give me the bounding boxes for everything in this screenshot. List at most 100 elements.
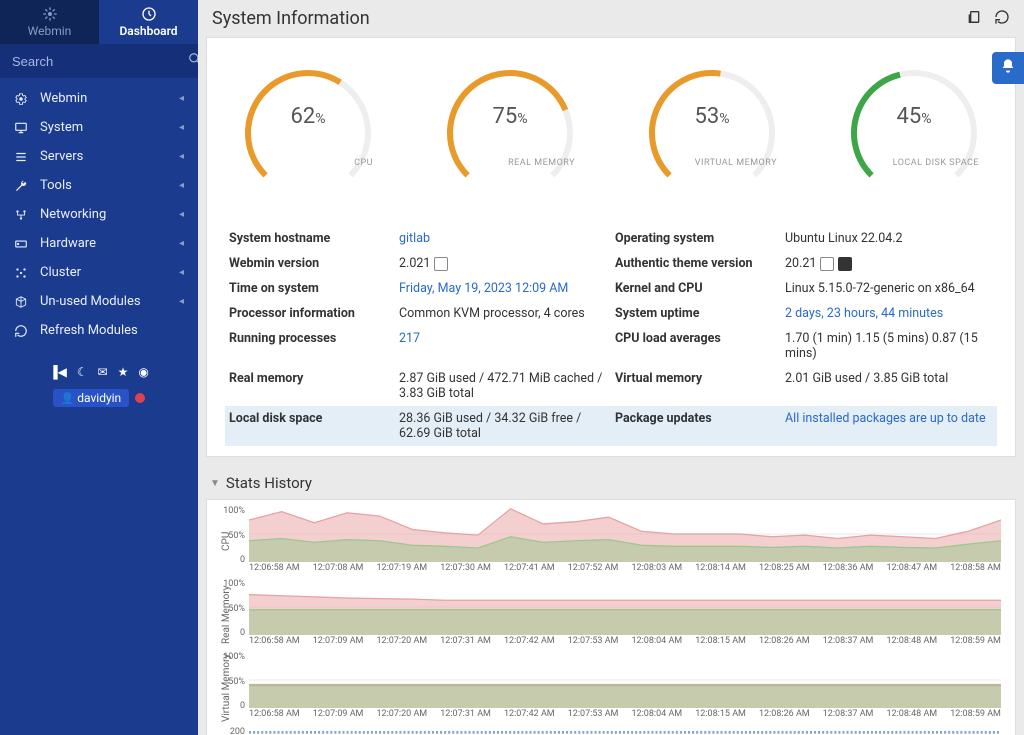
- tab-webmin-label: Webmin: [28, 24, 72, 38]
- sidebar-item-label: Hardware: [40, 236, 96, 251]
- sidebar-item-servers[interactable]: Servers◂: [0, 142, 198, 171]
- info-cell: CPU load averages1.70 (1 min) 1.15 (5 mi…: [611, 326, 997, 366]
- time-tick: 12:08:15 AM: [695, 709, 746, 719]
- time-tick: 12:08:58 AM: [950, 563, 1001, 573]
- info-value: 2.87 GiB used / 472.71 MiB cached / 3.83…: [399, 371, 607, 401]
- info-key: CPU load averages: [615, 331, 785, 361]
- sidebar-item-tools[interactable]: Tools◂: [0, 171, 198, 200]
- sidebar-item-label: Webmin: [40, 91, 87, 106]
- info-cell: Authentic theme version20.21: [611, 251, 997, 276]
- tab-dashboard[interactable]: Dashboard: [99, 0, 198, 44]
- theme-icon[interactable]: [838, 257, 852, 271]
- time-tick: 12:07:09 AM: [313, 709, 364, 719]
- clipboard-icon[interactable]: [966, 9, 982, 29]
- sidebar-item-refresh-modules[interactable]: Refresh Modules: [0, 316, 198, 345]
- time-tick: 12:06:58 AM: [249, 563, 300, 573]
- time-tick: 12:08:26 AM: [759, 636, 810, 646]
- time-tick: 12:08:04 AM: [632, 709, 683, 719]
- gauge-value: 45%: [819, 104, 1009, 129]
- gauge-label: CPU: [354, 158, 373, 168]
- info-value: 28.36 GiB used / 34.32 GiB free / 62.69 …: [399, 411, 607, 441]
- info-value[interactable]: Friday, May 19, 2023 12:09 AM: [399, 281, 607, 296]
- desktop-icon: [14, 121, 30, 135]
- bars-icon: [14, 150, 30, 164]
- sidebar-item-un-used-modules[interactable]: Un-used Modules◂: [0, 287, 198, 316]
- info-cell: Kernel and CPULinux 5.15.0-72-generic on…: [611, 276, 997, 301]
- gauge-label: LOCAL DISK SPACE: [893, 158, 979, 168]
- info-value: 1.70 (1 min) 1.15 (5 mins) 0.87 (15 mins…: [785, 331, 993, 361]
- time-tick: 12:08:59 AM: [950, 709, 1001, 719]
- gauge-cpu: 62%CPU: [213, 58, 403, 212]
- info-icon[interactable]: [820, 257, 834, 271]
- sidebar-item-hardware[interactable]: Hardware◂: [0, 229, 198, 258]
- sidebar-item-system[interactable]: System ◂: [0, 113, 198, 142]
- time-tick: 12:08:59 AM: [950, 636, 1001, 646]
- sidebar-item-networking[interactable]: Networking◂: [0, 200, 198, 229]
- info-key: Time on system: [229, 281, 399, 296]
- cluster-icon: [14, 266, 30, 280]
- info-value[interactable]: gitlab: [399, 231, 607, 246]
- time-tick: 12:07:42 AM: [504, 709, 555, 719]
- record-icon[interactable]: [135, 393, 145, 403]
- time-tick: 12:07:20 AM: [377, 709, 428, 719]
- time-tick: 12:07:30 AM: [440, 563, 491, 573]
- time-tick: 12:08:04 AM: [632, 636, 683, 646]
- mail-icon[interactable]: ✉: [98, 365, 108, 379]
- time-tick: 12:08:14 AM: [695, 563, 746, 573]
- info-value[interactable]: 217: [399, 331, 607, 361]
- sidebar-item-label: Networking: [40, 207, 106, 222]
- cube-icon: [14, 295, 30, 309]
- time-tick: 12:07:42 AM: [504, 636, 555, 646]
- sidebar-item-webmin[interactable]: Webmin◂: [0, 84, 198, 113]
- info-key: Webmin version: [229, 256, 399, 271]
- time-tick: 12:08:15 AM: [695, 636, 746, 646]
- info-icon[interactable]: [434, 257, 448, 271]
- time-tick: 12:07:53 AM: [568, 709, 619, 719]
- info-key: Running processes: [229, 331, 399, 361]
- info-value: Linux 5.15.0-72-generic on x86_64: [785, 281, 993, 296]
- info-key: Kernel and CPU: [615, 281, 785, 296]
- chevron-left-icon: ◂: [179, 151, 184, 162]
- info-key: Real memory: [229, 371, 399, 401]
- sidebar-item-label: Cluster: [40, 265, 81, 280]
- drive-icon: [14, 237, 30, 251]
- time-tick: 12:08:37 AM: [823, 709, 874, 719]
- time-tick: 12:07:31 AM: [440, 636, 491, 646]
- info-cell: Running processes217: [225, 326, 611, 366]
- info-key: Local disk space: [229, 411, 399, 441]
- wrench-icon: [14, 179, 30, 193]
- chevron-left-icon: ◂: [179, 122, 184, 133]
- info-cell: Processor informationCommon KVM processo…: [225, 301, 611, 326]
- time-tick: 12:08:36 AM: [823, 563, 874, 573]
- stat-chart-vmem: Virtual Memory100%50%012:06:58 AM12:07:0…: [221, 652, 1001, 723]
- sidebar-item-cluster[interactable]: Cluster ◂: [0, 258, 198, 287]
- search-input[interactable]: [12, 54, 188, 69]
- info-value[interactable]: All installed packages are up to date: [785, 411, 993, 441]
- info-cell: Virtual memory2.01 GiB used / 3.85 GiB t…: [611, 366, 997, 406]
- tab-webmin[interactable]: Webmin: [0, 0, 99, 44]
- info-key: Virtual memory: [615, 371, 785, 401]
- gauge-virtual-memory: 53%VIRTUAL MEMORY: [617, 58, 807, 212]
- stats-history-header[interactable]: ▼ Stats History: [198, 467, 1024, 499]
- info-key: Authentic theme version: [615, 256, 785, 271]
- gauge-label: REAL MEMORY: [508, 158, 575, 168]
- refresh-icon: [14, 324, 30, 338]
- info-value[interactable]: 2 days, 23 hours, 44 minutes: [785, 306, 993, 321]
- page-title: System Information: [212, 8, 370, 29]
- gauge-real-memory: 75%REAL MEMORY: [415, 58, 605, 212]
- refresh-icon[interactable]: [994, 9, 1010, 29]
- sidebar-btn-collapse[interactable]: ▐◀: [49, 365, 67, 379]
- time-tick: 12:08:25 AM: [759, 563, 810, 573]
- time-tick: 12:07:19 AM: [377, 563, 428, 573]
- star-icon[interactable]: ★: [118, 365, 129, 379]
- tab-dashboard-label: Dashboard: [119, 24, 177, 38]
- user-badge[interactable]: 👤 davidyin: [53, 389, 129, 407]
- info-key: Processor information: [229, 306, 399, 321]
- chevron-left-icon: ◂: [179, 267, 184, 278]
- time-tick: 12:08:48 AM: [887, 709, 938, 719]
- network-icon: [14, 208, 30, 222]
- time-tick: 12:07:53 AM: [568, 636, 619, 646]
- moon-icon[interactable]: ☾: [77, 365, 88, 379]
- sidebar-item-label: System: [40, 120, 83, 135]
- globe-icon[interactable]: ◉: [138, 365, 148, 379]
